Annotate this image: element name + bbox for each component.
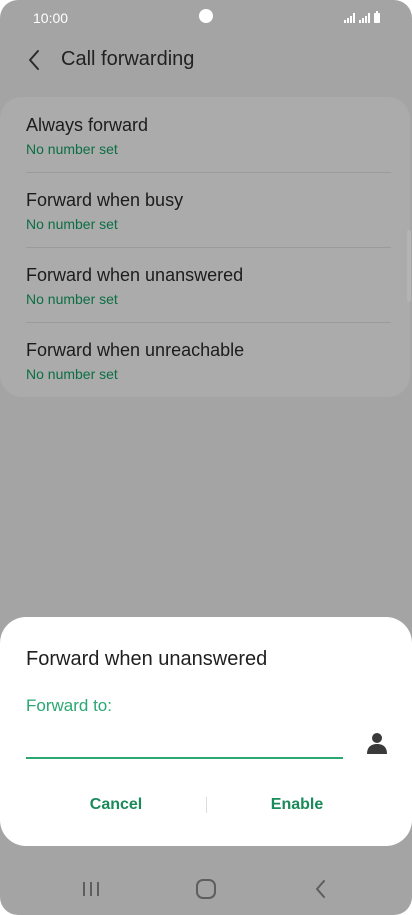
signal-icon	[359, 13, 370, 23]
chevron-left-icon	[29, 50, 39, 70]
scrollbar[interactable]	[407, 230, 411, 302]
front-camera	[199, 9, 213, 23]
navigation-bar	[0, 862, 412, 915]
option-title: Forward when busy	[26, 190, 184, 210]
option-title: Forward when unanswered	[26, 265, 244, 285]
recents-icon	[83, 881, 99, 896]
option-always-forward[interactable]: Always forward No number set	[0, 97, 410, 172]
dialog-title: Forward when unanswered	[26, 648, 268, 670]
nav-back-button[interactable]	[297, 862, 345, 915]
option-title: Forward when unreachable	[26, 340, 245, 360]
option-forward-when-busy[interactable]: Forward when busy No number set	[0, 172, 410, 247]
option-forward-when-unanswered[interactable]: Forward when unanswered No number set	[0, 247, 410, 322]
battery-icon	[374, 11, 380, 23]
dialog-actions: Cancel Enable	[0, 785, 412, 825]
enable-button[interactable]: Enable	[207, 785, 387, 825]
home-icon	[196, 878, 216, 899]
person-icon	[367, 733, 387, 754]
option-status: No number set	[26, 366, 118, 382]
signal-icon	[344, 13, 355, 23]
app-bar: Call forwarding	[0, 36, 412, 84]
status-time: 10:00	[33, 10, 69, 26]
option-status: No number set	[26, 216, 118, 232]
forward-to-label: Forward to:	[26, 696, 112, 715]
forward-number-input[interactable]	[26, 725, 343, 759]
back-button[interactable]	[20, 46, 48, 74]
back-icon	[316, 879, 325, 898]
option-forward-when-unreachable[interactable]: Forward when unreachable No number set	[0, 322, 410, 397]
option-status: No number set	[26, 291, 118, 307]
option-title: Always forward	[26, 115, 149, 135]
status-bar: 10:00	[0, 0, 412, 36]
forwarding-options-list: Always forward No number set Forward whe…	[0, 97, 410, 397]
recents-button[interactable]	[67, 862, 115, 915]
option-status: No number set	[26, 141, 118, 157]
forward-dialog: Forward when unanswered Forward to: Canc…	[0, 617, 412, 846]
cancel-button[interactable]: Cancel	[26, 785, 206, 825]
phone-screen: 10:00 Call forwarding Always forward No …	[0, 0, 412, 915]
status-icons	[344, 11, 380, 23]
page-title: Call forwarding	[61, 48, 195, 70]
home-button[interactable]	[182, 862, 230, 915]
contacts-button[interactable]	[363, 729, 391, 757]
